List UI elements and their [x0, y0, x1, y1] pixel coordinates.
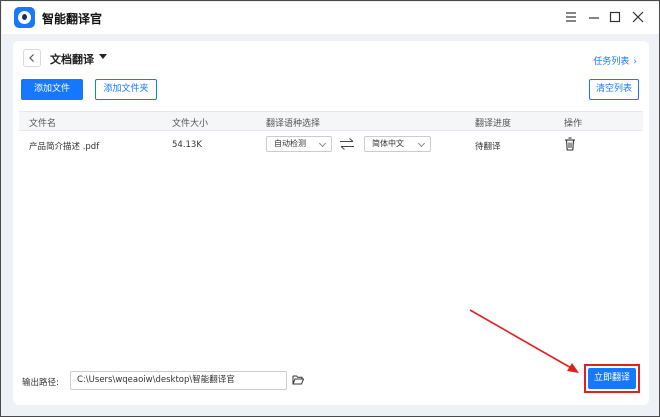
- annotation-arrow-icon: [469, 309, 579, 373]
- app-window: 智能翻译官 文档翻译 任务列表 › 添加文件 添加文件夹 清空列表 文件名 文件大…: [0, 0, 660, 417]
- translate-now-button[interactable]: 立即翻译: [588, 368, 636, 389]
